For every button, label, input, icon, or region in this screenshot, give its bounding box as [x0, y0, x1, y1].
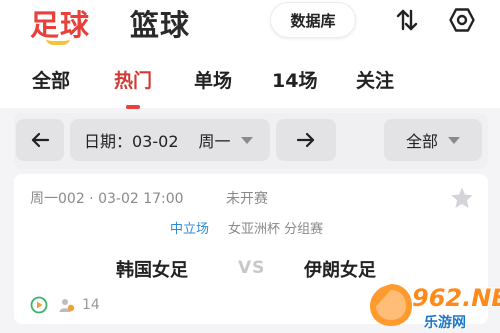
- people-count: 14: [82, 297, 100, 313]
- league-name: 女亚洲杯 分组赛: [228, 222, 324, 237]
- match-status: 未开赛: [226, 191, 268, 207]
- match-footer: 14: [30, 294, 100, 316]
- subtab-14[interactable]: 14场: [272, 66, 317, 93]
- arrow-right-icon: [296, 132, 315, 148]
- chevron-down-icon: [240, 136, 253, 144]
- watermark-text: 962.NET: [412, 284, 500, 312]
- site-watermark: 962.NET 乐游网: [366, 280, 500, 333]
- live-play-icon[interactable]: [30, 296, 48, 314]
- active-subtab-indicator: [126, 105, 140, 109]
- chevron-down-icon: [448, 136, 460, 144]
- active-sport-indicator: [46, 39, 70, 45]
- people-icon: [59, 299, 75, 312]
- date-selector[interactable]: 日期：03-02 周一: [70, 119, 270, 161]
- neutral-venue-tag: 中立场: [170, 222, 210, 237]
- watermark-subtext: 乐游网: [424, 315, 466, 331]
- arrow-left-icon: [31, 132, 50, 148]
- database-button[interactable]: 数据库: [270, 2, 356, 38]
- subtab-follow[interactable]: 关注: [356, 66, 394, 93]
- next-day-button[interactable]: [276, 119, 336, 161]
- weekday-label: 周一: [198, 132, 231, 151]
- subtab-hot[interactable]: 热门: [114, 66, 152, 93]
- match-time: 周一002 · 03-02 17:00: [30, 191, 184, 207]
- star-icon[interactable]: [450, 186, 474, 210]
- date-filter-bar: 日期：03-02 周一 全部: [14, 113, 488, 169]
- away-team: 伊朗女足: [304, 260, 376, 281]
- settings-icon[interactable]: [448, 6, 476, 34]
- sort-icon[interactable]: [393, 6, 421, 34]
- tab-basketball[interactable]: 篮球: [130, 2, 190, 44]
- prev-day-button[interactable]: [16, 119, 64, 161]
- watermark-logo-icon: [370, 284, 412, 326]
- subtab-single[interactable]: 单场: [194, 66, 232, 93]
- scope-label: 全部: [405, 132, 438, 151]
- top-header: 足球 篮球 数据库 全部 热门 单场 14场 关注: [0, 0, 500, 109]
- scope-filter[interactable]: 全部: [384, 119, 482, 161]
- home-team: 韩国女足: [116, 260, 188, 281]
- vs-label: VS: [238, 258, 266, 278]
- tab-football[interactable]: 足球: [30, 2, 90, 44]
- sub-tabs: 全部 热门 单场 14场 关注: [0, 66, 500, 100]
- subtab-all[interactable]: 全部: [32, 66, 70, 93]
- date-label: 日期：03-02: [84, 132, 179, 151]
